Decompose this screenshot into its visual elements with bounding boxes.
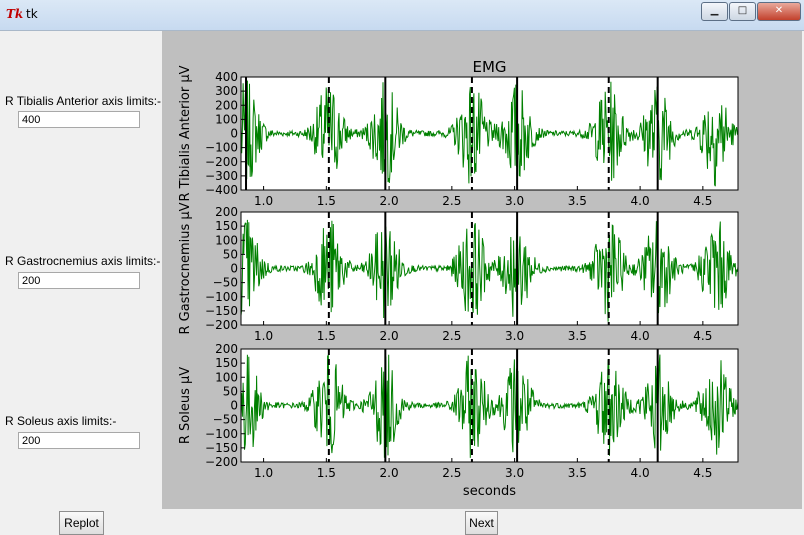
y-tick-label-1-7: −150 [205, 304, 238, 318]
window-titlebar[interactable]: Tk tk ▁ □ ✕ [0, 0, 804, 31]
x-tick-label-1-7: 4.5 [693, 329, 712, 343]
x-tick-label-2-7: 4.5 [693, 466, 712, 480]
x-tick-label-1-0: 1.0 [254, 329, 273, 343]
minimize-button[interactable]: ▁ [701, 2, 728, 21]
x-tick-label-2-3: 2.5 [442, 466, 461, 480]
x-tick-label-1-5: 3.5 [568, 329, 587, 343]
y-tick-label-1-0: 200 [215, 205, 238, 219]
emg-chart: 1.0 1.5 2.0 2.5 3.0 3.5 4.0 4.54003002001000−10… [178, 58, 739, 499]
close-button[interactable]: ✕ [757, 2, 801, 21]
y-tick-label-0-3: 100 [215, 112, 238, 126]
x-tick-label-0-6: 4.0 [631, 194, 650, 208]
y-tick-label-1-1: 150 [215, 219, 238, 233]
maximize-button[interactable]: □ [729, 2, 756, 21]
y-tick-label-2-1: 150 [215, 356, 238, 370]
x-tick-label-1-4: 3.0 [505, 329, 524, 343]
y-tick-label-0-7: −300 [205, 169, 238, 183]
y-tick-label-1-5: −50 [213, 276, 238, 290]
y-tick-label-0-8: −400 [205, 183, 238, 197]
x-tick-label-2-6: 4.0 [631, 466, 650, 480]
x-tick-label-2-4: 3.0 [505, 466, 524, 480]
y-tick-label-2-5: −50 [213, 413, 238, 427]
y-axis-label-2: R Soleus µV [178, 367, 193, 444]
sol-axis-limit-input[interactable] [18, 432, 140, 449]
chart-title: EMG [472, 58, 506, 76]
x-tick-label-0-3: 2.5 [442, 194, 461, 208]
replot-button[interactable]: Replot [59, 511, 104, 535]
y-tick-label-0-0: 400 [215, 70, 238, 84]
y-tick-label-2-4: 0 [230, 399, 238, 413]
y-axis-label-1: R Gastrocnemius µV [178, 202, 193, 334]
tk-feather-icon: Tk [6, 7, 24, 21]
x-tick-label-0-1: 1.5 [317, 194, 336, 208]
window-title: tk [26, 7, 38, 21]
y-tick-label-2-8: −200 [205, 455, 238, 469]
y-tick-label-2-3: 50 [223, 384, 238, 398]
next-button[interactable]: Next [465, 511, 498, 535]
ta-axis-limit-input[interactable] [18, 111, 140, 128]
y-tick-label-1-4: 0 [230, 262, 238, 276]
x-axis-label: seconds [463, 484, 516, 499]
ta-axis-limit-label: R Tibialis Anterior axis limits:- [5, 94, 162, 108]
sol-axis-limit-label: R Soleus axis limits:- [5, 414, 117, 428]
y-tick-label-0-1: 300 [215, 84, 238, 98]
y-tick-label-0-6: −200 [205, 155, 238, 169]
y-tick-label-2-2: 100 [215, 370, 238, 384]
x-tick-label-0-2: 2.0 [380, 194, 399, 208]
x-tick-label-0-4: 3.0 [505, 194, 524, 208]
x-tick-label-0-0: 1.0 [254, 194, 273, 208]
y-tick-label-1-8: −200 [205, 318, 238, 332]
x-tick-label-0-5: 3.5 [568, 194, 587, 208]
x-tick-label-2-1: 1.5 [317, 466, 336, 480]
y-tick-label-0-4: 0 [230, 127, 238, 141]
y-tick-label-2-0: 200 [215, 342, 238, 356]
x-tick-label-2-2: 2.0 [380, 466, 399, 480]
emg-figure: 1.0 1.5 2.0 2.5 3.0 3.5 4.0 4.5 400 300 200 100 0 −10… [162, 31, 802, 509]
y-tick-label-2-7: −150 [205, 441, 238, 455]
y-tick-label-0-5: −100 [205, 141, 238, 155]
x-tick-label-1-1: 1.5 [317, 329, 336, 343]
gas-axis-limit-label: R Gastrocnemius axis limits:- [5, 254, 161, 268]
x-tick-label-1-2: 2.0 [380, 329, 399, 343]
y-tick-label-1-3: 50 [223, 247, 238, 261]
x-tick-label-1-3: 2.5 [442, 329, 461, 343]
gas-axis-limit-input[interactable] [18, 272, 140, 289]
y-tick-label-1-6: −100 [205, 290, 238, 304]
y-tick-label-2-6: −100 [205, 427, 238, 441]
y-tick-label-1-2: 100 [215, 233, 238, 247]
x-tick-label-0-7: 4.5 [693, 194, 712, 208]
x-tick-label-1-6: 4.0 [631, 329, 650, 343]
x-tick-label-2-5: 3.5 [568, 466, 587, 480]
y-axis-label-0: R Tibialis Anterior µV [178, 65, 193, 201]
x-tick-label-2-0: 1.0 [254, 466, 273, 480]
y-tick-label-0-2: 200 [215, 98, 238, 112]
